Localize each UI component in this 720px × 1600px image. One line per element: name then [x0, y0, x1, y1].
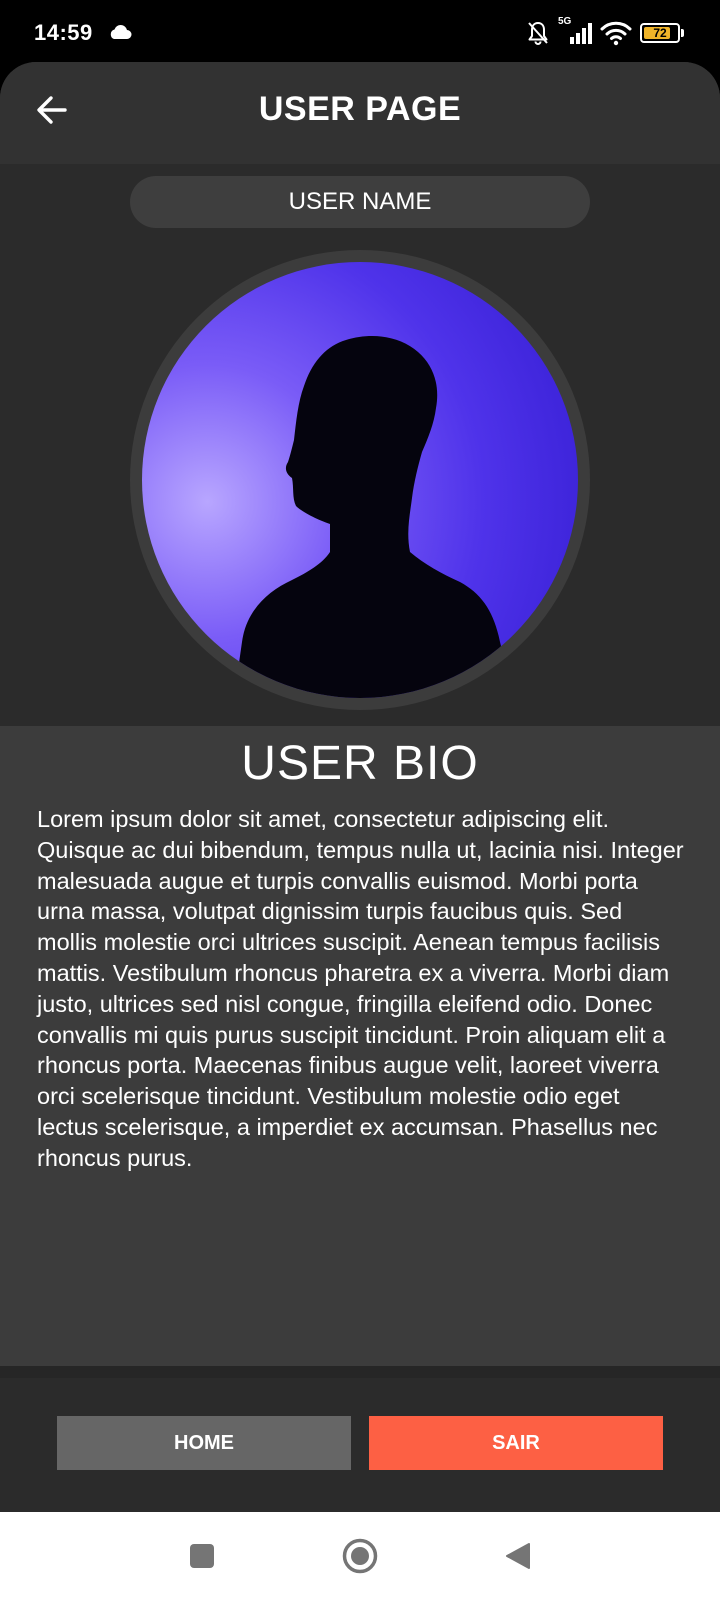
avatar	[142, 262, 578, 698]
bio-text: Lorem ipsum dolor sit amet, consectetur …	[37, 806, 684, 1171]
system-navigation-bar	[0, 1512, 720, 1600]
status-time: 14:59	[34, 20, 93, 45]
battery-body: 72	[640, 23, 680, 43]
profile-photo	[142, 262, 578, 698]
home-circle-icon	[342, 1538, 378, 1574]
home-button[interactable]: HOME	[57, 1416, 351, 1470]
cloud-icon	[108, 24, 132, 45]
page-title: USER PAGE	[258, 90, 462, 128]
battery-cap	[681, 29, 684, 37]
bio-section: USER BIO Lorem ipsum dolor sit amet, con…	[0, 726, 720, 1366]
wifi-icon	[600, 20, 632, 46]
action-bar: HOME SAIR	[0, 1366, 720, 1512]
back-nav-button[interactable]	[496, 1534, 540, 1578]
username-field: USER NAME	[130, 176, 590, 228]
notifications-off-icon	[526, 20, 550, 46]
user-section: USER NAME	[0, 164, 720, 726]
battery-icon: 72	[640, 23, 684, 43]
bio-title: USER BIO	[241, 737, 479, 790]
divider	[0, 1366, 720, 1378]
avatar-frame	[130, 250, 590, 710]
home-nav-button[interactable]	[338, 1534, 382, 1578]
status-bar: 14:59 5G 72	[0, 0, 720, 64]
app-container: USER PAGE USER NAME USER BIO Lorem ipsum…	[0, 62, 720, 1512]
network-type: 5G	[558, 16, 572, 27]
back-triangle-icon	[506, 1543, 530, 1569]
recent-apps-button[interactable]	[180, 1534, 224, 1578]
top-app-bar: USER PAGE	[0, 62, 720, 164]
recent-apps-icon	[190, 1544, 214, 1568]
sair-button[interactable]: SAIR	[369, 1416, 663, 1470]
signal-icon: 5G	[558, 16, 592, 46]
battery-level: 72	[653, 26, 667, 40]
status-icons: 5G 72	[526, 16, 684, 48]
